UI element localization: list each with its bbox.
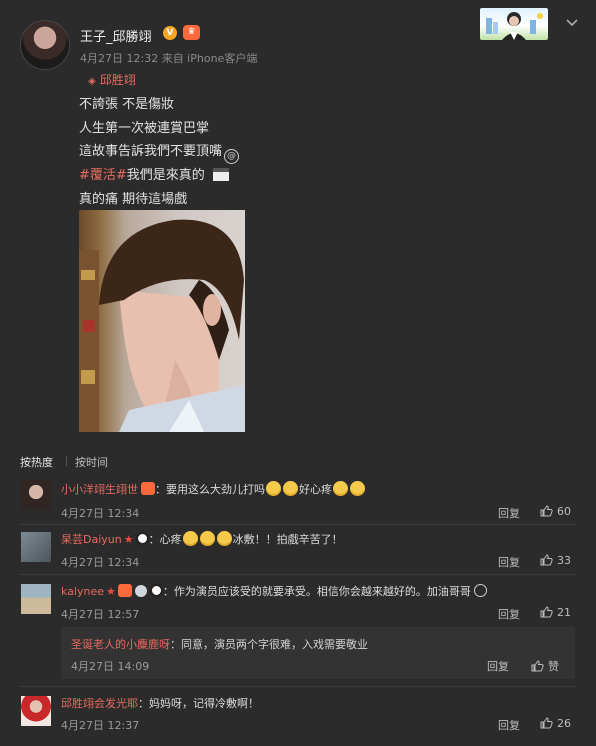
sad-emoji-icon <box>266 481 281 496</box>
medal-icon <box>134 585 147 597</box>
crying-emoji-icon <box>199 531 215 546</box>
crying-emoji-icon <box>333 481 348 496</box>
comment-divider <box>20 524 576 525</box>
post-line-4-text: 我們是來真的 <box>126 168 205 183</box>
like-count: 60 <box>557 505 571 518</box>
comment-time: 4月27日 12:34 <box>61 556 140 569</box>
post-line-3-text: 這故事告訴我們不要頂嘴 <box>79 144 223 159</box>
star-icon: ★ <box>123 533 134 546</box>
thumbs-up-icon <box>540 606 553 618</box>
comment-divider <box>20 686 576 687</box>
comment-author[interactable]: 邱胜翊会发光耶 <box>61 697 138 710</box>
panda-icon <box>135 532 149 545</box>
reply-button[interactable]: 回复 <box>498 717 520 733</box>
comment-text: kalynee ★ ：作为演员应该受的就要承受。相信你会越来越好的。加油哥哥 <box>61 583 487 599</box>
like-button[interactable]: 26 <box>540 717 571 730</box>
sub-reply-box: 圣诞老人的小麋鹿呀：同意，演员两个字很难，入戏需要敬业 4月27日 14:09 … <box>61 627 575 679</box>
sub-reply-time: 4月27日 14:09 <box>71 660 150 673</box>
sub-like-button[interactable]: 赞 <box>531 658 559 674</box>
sub-reply-text: 圣诞老人的小麋鹿呀：同意，演员两个字很难，入戏需要敬业 <box>71 636 368 652</box>
crying-emoji-icon <box>216 531 232 546</box>
topic-tag[interactable]: ◈ 邱胜翊 <box>88 71 136 88</box>
comment-divider <box>20 574 576 575</box>
comment-body: ：要用这么大劲儿打吗 <box>155 483 265 496</box>
thumbs-up-icon <box>531 660 544 672</box>
comment-text: 小小洋翊生翊世 ：要用这么大劲儿打吗 好心疼 <box>61 481 366 497</box>
like-count: 21 <box>557 606 571 619</box>
panda-icon <box>149 584 163 597</box>
post-photo[interactable] <box>79 210 245 432</box>
post-line-2: 人生第一次被連賞巴掌 <box>79 120 210 136</box>
comment-avatar[interactable] <box>21 584 51 614</box>
comment-avatar[interactable] <box>21 696 51 726</box>
topic-tag-label: 邱胜翊 <box>99 73 136 87</box>
like-button[interactable]: 21 <box>540 606 571 619</box>
weibo-post: 王子_邱勝翊 V ♛ 4月27日 12:32 来自 iPhone客户端 ◈ 邱胜翊… <box>0 0 596 440</box>
crying-emoji-icon <box>350 481 365 496</box>
smile-emoji-icon <box>473 584 487 597</box>
tab-time[interactable]: 按时间 <box>75 454 108 470</box>
verified-badge: V <box>163 26 177 40</box>
like-button[interactable]: 33 <box>540 554 571 567</box>
sad-emoji-icon <box>283 481 298 496</box>
comment-body-tail: 好心疼 <box>299 483 332 496</box>
clapperboard-icon <box>212 168 229 181</box>
tab-hot[interactable]: 按热度 <box>20 454 53 470</box>
post-line-1: 不誇張 不是傷妝 <box>79 97 175 112</box>
chevron-down-icon[interactable] <box>565 16 579 30</box>
comment-time: 4月27日 12:57 <box>61 608 140 621</box>
comment-body-tail: 冰敷！！拍戲辛苦了！ <box>232 533 343 546</box>
sub-reply-body: ：同意，演员两个字很难，入戏需要敬业 <box>170 638 368 651</box>
post-meta: 4月27日 12:32 来自 iPhone客户端 <box>80 52 258 65</box>
like-count: 26 <box>557 717 571 730</box>
comment-time: 4月27日 12:34 <box>61 507 140 520</box>
thumbs-up-icon <box>540 505 553 517</box>
comment-avatar[interactable] <box>21 532 51 562</box>
profile-banner-image[interactable] <box>480 8 548 40</box>
tab-divider <box>66 456 67 466</box>
post-text: 不誇張 不是傷妝 人生第一次被連賞巴掌 這故事告訴我們不要頂嘴 @ #覆活#我們是… <box>79 93 240 211</box>
comment-author[interactable]: 杲芸Daiyun <box>61 533 122 546</box>
comment-time: 4月27日 12:37 <box>61 719 140 732</box>
reply-button[interactable]: 回复 <box>498 606 520 622</box>
crying-emoji-icon <box>182 531 198 546</box>
post-line-3: 這故事告訴我們不要頂嘴 @ <box>79 140 240 164</box>
comment-avatar[interactable] <box>21 480 51 510</box>
post-line-4: #覆活#我們是來真的 <box>79 164 239 188</box>
member-crown-icon: ♛ <box>183 25 200 40</box>
comment-body: ：妈妈呀，记得冷敷啊！ <box>138 697 259 710</box>
reply-button[interactable]: 回复 <box>498 505 520 521</box>
dizzy-emoji-icon: @ <box>224 149 240 164</box>
gem-icon: ◈ <box>88 76 96 87</box>
comment-text: 邱胜翊会发光耶：妈妈呀，记得冷敷啊！ <box>61 695 259 711</box>
member-crown-icon <box>117 584 132 597</box>
like-button[interactable]: 60 <box>540 505 571 518</box>
comments-section: 按热度 按时间 小小洋翊生翊世 ：要用这么大劲儿打吗 好心疼 4月27日 12:34… <box>0 440 596 746</box>
comment-author[interactable]: kalynee <box>61 585 104 598</box>
like-label: 赞 <box>548 660 559 673</box>
comment-body: ：心疼 <box>148 533 182 546</box>
star-icon: ★ <box>106 585 116 598</box>
thumbs-up-icon <box>540 717 553 729</box>
post-line-5: 真的痛 期待這場戲 <box>79 191 188 207</box>
author-name[interactable]: 王子_邱勝翊 <box>80 26 152 45</box>
comment-author[interactable]: 小小洋翊生翊世 <box>61 483 138 496</box>
reply-button[interactable]: 回复 <box>498 554 520 570</box>
member-crown-icon <box>141 482 155 495</box>
sub-reply-button[interactable]: 回复 <box>487 658 509 674</box>
author-avatar[interactable] <box>20 20 70 70</box>
comment-text: 杲芸Daiyun ★ ：心疼 冰敷！！拍戲辛苦了！ <box>61 531 343 547</box>
thumbs-up-icon <box>540 554 553 566</box>
hashtag-link[interactable]: #覆活# <box>79 168 127 183</box>
like-count: 33 <box>557 554 571 567</box>
sub-reply-author[interactable]: 圣诞老人的小麋鹿呀 <box>71 638 170 651</box>
comment-body: ：作为演员应该受的就要承受。相信你会越来越好的。加油哥哥 <box>162 585 471 598</box>
